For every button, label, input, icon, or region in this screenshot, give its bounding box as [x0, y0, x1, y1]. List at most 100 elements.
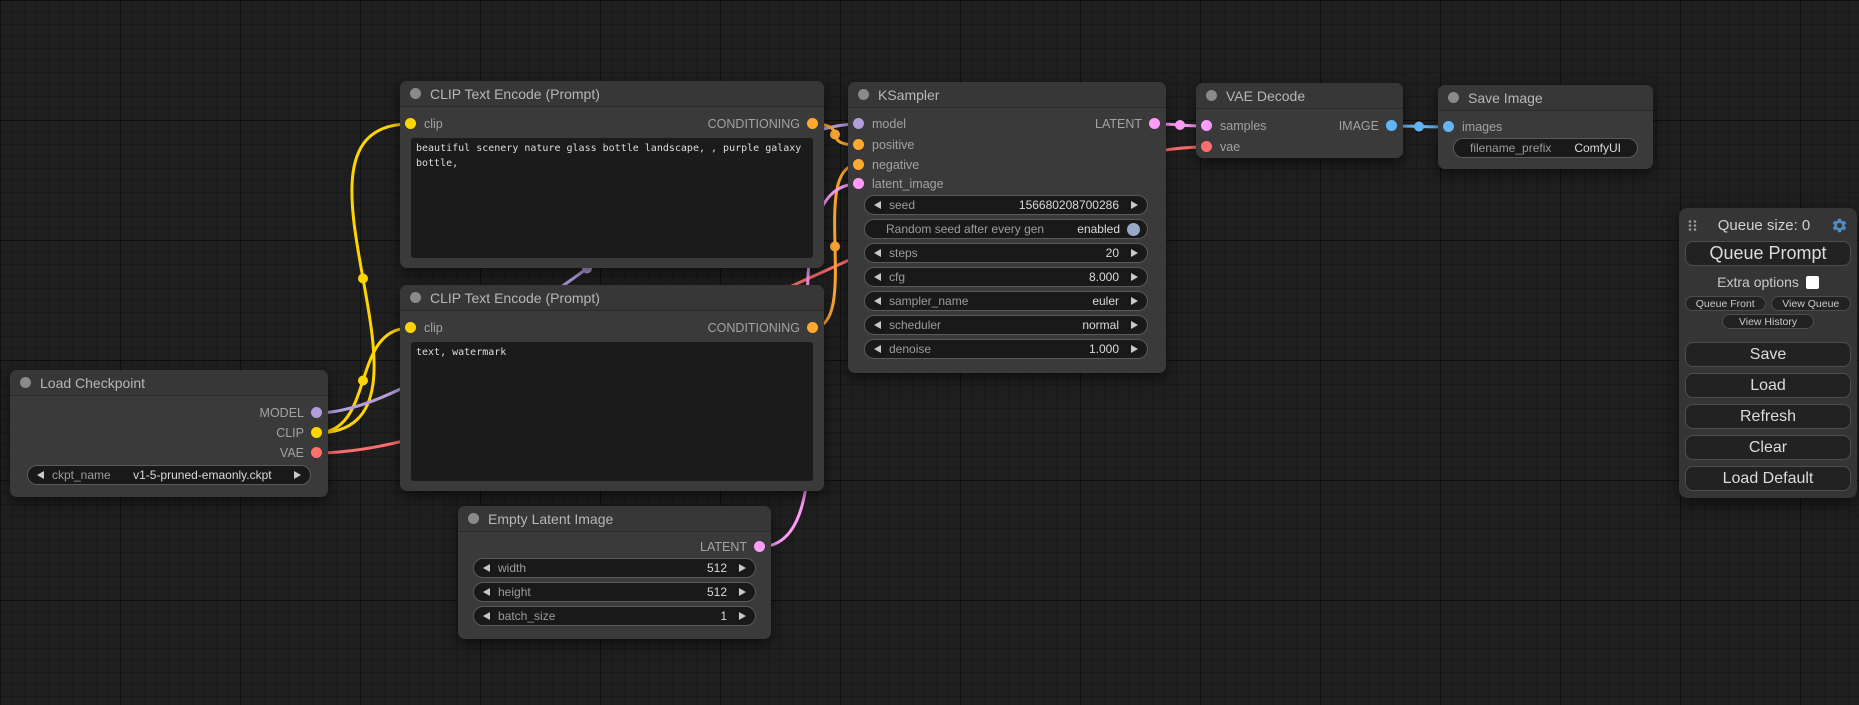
node-title-bar[interactable]: KSampler [848, 82, 1166, 108]
node-save-image[interactable]: Save Image images filename_prefix ComfyU… [1438, 85, 1653, 169]
node-load-checkpoint[interactable]: Load Checkpoint MODEL CLIP VAE ckpt_name… [10, 370, 328, 497]
link-midpoint-dot [358, 274, 368, 284]
input-dot-samples[interactable] [1201, 120, 1212, 131]
decrement-arrow-icon[interactable] [483, 588, 490, 596]
decrement-arrow-icon[interactable] [483, 564, 490, 572]
view-history-button[interactable]: View History [1722, 314, 1814, 329]
increment-arrow-icon[interactable] [1131, 321, 1138, 329]
input-dot-clip[interactable] [405, 322, 416, 333]
collapse-dot-icon[interactable] [20, 377, 31, 388]
width-widget[interactable]: width 512 [473, 558, 756, 578]
collapse-dot-icon[interactable] [410, 292, 421, 303]
increment-arrow-icon[interactable] [739, 564, 746, 572]
filename-prefix-widget[interactable]: filename_prefix ComfyUI [1453, 138, 1638, 158]
drag-handle-icon[interactable] [1688, 219, 1697, 232]
output-dot-image[interactable] [1386, 120, 1397, 131]
prompt-textarea[interactable]: text, watermark [411, 342, 813, 481]
input-dot-model[interactable] [853, 118, 864, 129]
increment-arrow-icon[interactable] [1131, 273, 1138, 281]
output-dot-vae[interactable] [311, 447, 322, 458]
node-title-bar[interactable]: Save Image [1438, 85, 1653, 111]
save-button[interactable]: Save [1685, 342, 1851, 367]
output-dot-latent[interactable] [754, 541, 765, 552]
input-dot-positive[interactable] [853, 139, 864, 150]
node-clip-text-encode-positive[interactable]: CLIP Text Encode (Prompt) clip CONDITION… [400, 81, 824, 268]
output-dot-clip[interactable] [311, 427, 322, 438]
decrement-arrow-icon[interactable] [874, 345, 881, 353]
node-clip-text-encode-negative[interactable]: CLIP Text Encode (Prompt) clip CONDITION… [400, 285, 824, 491]
node-empty-latent-image[interactable]: Empty Latent Image LATENT width 512 heig… [458, 506, 771, 639]
input-dot-vae[interactable] [1201, 141, 1212, 152]
decrement-arrow-icon[interactable] [874, 321, 881, 329]
queue-size-label: Queue size: 0 [1697, 217, 1831, 234]
decrement-arrow-icon[interactable] [483, 612, 490, 620]
node-title-bar[interactable]: Empty Latent Image [458, 506, 771, 532]
node-title: Save Image [1468, 90, 1543, 106]
collapse-dot-icon[interactable] [410, 88, 421, 99]
node-title-bar[interactable]: Load Checkpoint [10, 370, 328, 396]
increment-arrow-icon[interactable] [1131, 249, 1138, 257]
queue-panel[interactable]: Queue size: 0 Queue Prompt Extra options… [1679, 208, 1857, 498]
height-widget[interactable]: height 512 [473, 582, 756, 602]
clear-button[interactable]: Clear [1685, 435, 1851, 460]
increment-arrow-icon[interactable] [1131, 201, 1138, 209]
collapse-dot-icon[interactable] [1206, 90, 1217, 101]
input-dot-images[interactable] [1443, 121, 1454, 132]
input-port-positive: positive [848, 135, 1007, 155]
view-queue-button[interactable]: View Queue [1771, 296, 1852, 311]
steps-widget[interactable]: steps 20 [864, 243, 1148, 263]
node-title-bar[interactable]: CLIP Text Encode (Prompt) [400, 81, 824, 107]
seed-widget[interactable]: seed 156680208700286 [864, 195, 1148, 215]
collapse-dot-icon[interactable] [468, 513, 479, 524]
ckpt-name-widget[interactable]: ckpt_name v1-5-pruned-emaonly.ckpt [27, 465, 311, 485]
input-port-samples: samples [1196, 116, 1310, 136]
node-ksampler[interactable]: KSampler model LATENT positive negative … [848, 82, 1166, 373]
increment-arrow-icon[interactable] [1131, 345, 1138, 353]
queue-prompt-button[interactable]: Queue Prompt [1685, 241, 1851, 266]
sampler-name-widget[interactable]: sampler_name euler [864, 291, 1148, 311]
link-midpoint-dot [830, 130, 840, 140]
output-dot-conditioning[interactable] [807, 322, 818, 333]
node-title: CLIP Text Encode (Prompt) [430, 290, 600, 306]
increment-arrow-icon[interactable] [739, 612, 746, 620]
output-port-vae: VAE [10, 443, 328, 463]
increment-arrow-icon[interactable] [1131, 297, 1138, 305]
prompt-textarea[interactable]: beautiful scenery nature glass bottle la… [411, 138, 813, 258]
output-dot-model[interactable] [311, 407, 322, 418]
settings-gear-icon[interactable] [1831, 217, 1848, 234]
link-midpoint-dot [830, 242, 840, 252]
batch-size-widget[interactable]: batch_size 1 [473, 606, 756, 626]
toggle-knob-icon[interactable] [1127, 223, 1140, 236]
node-title-bar[interactable]: CLIP Text Encode (Prompt) [400, 285, 824, 311]
node-title-bar[interactable]: VAE Decode [1196, 83, 1403, 109]
load-button[interactable]: Load [1685, 373, 1851, 398]
decrement-arrow-icon[interactable] [37, 471, 44, 479]
decrement-arrow-icon[interactable] [874, 273, 881, 281]
decrement-arrow-icon[interactable] [874, 201, 881, 209]
load-default-button[interactable]: Load Default [1685, 466, 1851, 491]
node-title: VAE Decode [1226, 88, 1305, 104]
comfyui-canvas[interactable]: { "colors": { "MODEL": "#B39DDB", "CLIP"… [0, 0, 1859, 705]
denoise-widget[interactable]: denoise 1.000 [864, 339, 1148, 359]
random-seed-toggle-widget[interactable]: Random seed after every gen enabled [864, 219, 1148, 239]
scheduler-widget[interactable]: scheduler normal [864, 315, 1148, 335]
queue-front-button[interactable]: Queue Front [1685, 296, 1766, 311]
output-dot-conditioning[interactable] [807, 118, 818, 129]
collapse-dot-icon[interactable] [1448, 92, 1459, 103]
decrement-arrow-icon[interactable] [874, 297, 881, 305]
increment-arrow-icon[interactable] [739, 588, 746, 596]
collapse-dot-icon[interactable] [858, 89, 869, 100]
node-title: Load Checkpoint [40, 375, 145, 391]
cfg-widget[interactable]: cfg 8.000 [864, 267, 1148, 287]
input-dot-clip[interactable] [405, 118, 416, 129]
wire-clip-to-positive-clip [316, 124, 410, 433]
increment-arrow-icon[interactable] [294, 471, 301, 479]
input-dot-negative[interactable] [853, 159, 864, 170]
output-dot-latent[interactable] [1149, 118, 1160, 129]
node-vae-decode[interactable]: VAE Decode samples IMAGE vae [1196, 83, 1403, 158]
link-midpoint-dot [1414, 122, 1424, 132]
extra-options-checkbox[interactable] [1806, 276, 1819, 289]
decrement-arrow-icon[interactable] [874, 249, 881, 257]
refresh-button[interactable]: Refresh [1685, 404, 1851, 429]
input-dot-latent-image[interactable] [853, 178, 864, 189]
